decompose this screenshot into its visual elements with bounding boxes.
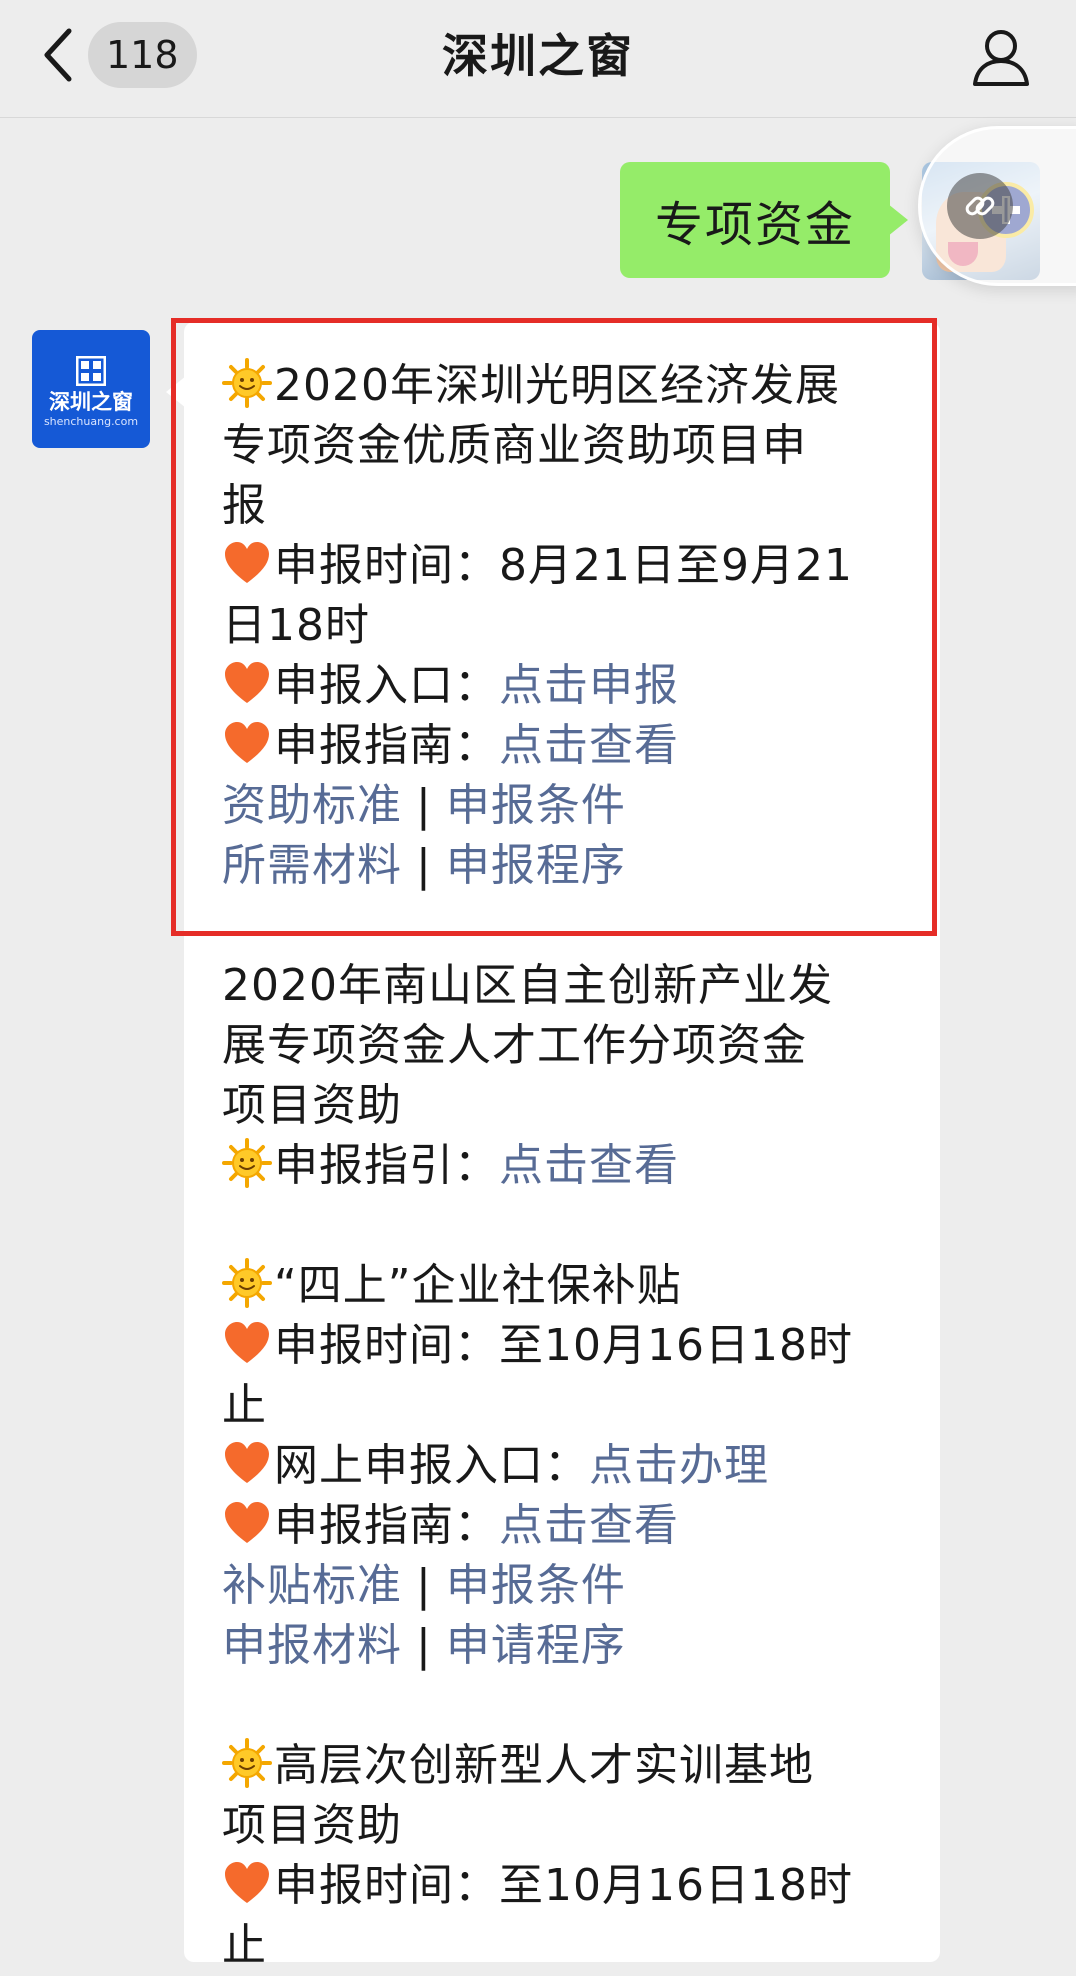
s3-links-row-1: 补贴标准 | 申报条件 xyxy=(222,1560,626,1611)
avatar-domain-text: shenchuang.com xyxy=(43,415,139,428)
s3-links-row-2: 申报材料 | 申请程序 xyxy=(222,1620,626,1671)
s4-title-line-1: 高层次创新型人才实训基地 xyxy=(222,1736,922,1796)
s1-link-materials[interactable]: 所需材料 xyxy=(222,840,402,891)
s1-link-procedure[interactable]: 申报程序 xyxy=(446,840,626,891)
s1-title-line-3: 报 xyxy=(222,480,267,531)
sun-emoji-icon xyxy=(222,1138,272,1188)
chat-profile-button[interactable] xyxy=(970,26,1032,88)
s2-title-line-1: 2020年南山区自主创新产业发 xyxy=(222,960,833,1011)
link-icon xyxy=(947,173,1013,239)
s3-title-line: “四上”企业社保补贴 xyxy=(222,1256,922,1316)
outgoing-message-bubble[interactable]: 专项资金 xyxy=(620,162,908,278)
person-icon xyxy=(973,30,1029,86)
heart-emoji-icon xyxy=(222,538,272,588)
s3-link-conditions[interactable]: 申报条件 xyxy=(446,1560,626,1611)
avatar-brand-text: 深圳之窗 xyxy=(49,390,133,414)
sun-emoji-icon xyxy=(222,358,272,408)
sun-emoji-icon xyxy=(222,1258,272,1308)
s3-link-procedure[interactable]: 申请程序 xyxy=(446,1620,626,1671)
s3-entry-line: 网上申报入口：点击办理 xyxy=(222,1436,922,1496)
s1-time-line: 申报时间：8月21日至9月21 xyxy=(222,536,922,596)
heart-emoji-icon xyxy=(222,1858,272,1908)
s1-links-row-2: 所需材料 | 申报程序 xyxy=(222,840,626,891)
message-body: 2020年深圳光明区经济发展 专项资金优质商业资助项目申 报 申报时间：8月21… xyxy=(222,356,922,1976)
heart-emoji-icon xyxy=(222,658,272,708)
s1-guide-link[interactable]: 点击查看 xyxy=(499,720,679,771)
s1-time-line-2: 日18时 xyxy=(222,600,370,651)
s2-guide-link[interactable]: 点击查看 xyxy=(499,1140,679,1191)
s1-link-conditions[interactable]: 申报条件 xyxy=(446,780,626,831)
navigation-bar: 118 深圳之窗 xyxy=(0,0,1076,118)
s1-apply-link[interactable]: 点击申报 xyxy=(499,660,679,711)
official-account-avatar[interactable]: 深圳之窗 shenchuang.com xyxy=(32,330,150,448)
heart-emoji-icon xyxy=(222,1438,272,1488)
s3-link-subsidy-standard[interactable]: 补贴标准 xyxy=(222,1560,402,1611)
s1-entry-line: 申报入口：点击申报 xyxy=(222,656,922,716)
s3-guide-link[interactable]: 点击查看 xyxy=(499,1500,679,1551)
s2-guide-line: 申报指引：点击查看 xyxy=(222,1136,922,1196)
s3-link-materials[interactable]: 申报材料 xyxy=(222,1620,402,1671)
s1-guide-line: 申报指南：点击查看 xyxy=(222,716,922,776)
s3-handle-link[interactable]: 点击办理 xyxy=(589,1440,769,1491)
heart-emoji-icon xyxy=(222,1498,272,1548)
s4-title-line-2: 项目资助 xyxy=(222,1800,402,1851)
heart-emoji-icon xyxy=(222,718,272,768)
s1-links-row-1: 资助标准 | 申报条件 xyxy=(222,780,626,831)
s4-time-line-2: 止 xyxy=(222,1920,267,1971)
s1-link-funding-standard[interactable]: 资助标准 xyxy=(222,780,402,831)
s1-title-line-2: 专项资金优质商业资助项目申 xyxy=(222,420,807,471)
s4-time-line: 申报时间：至10月16日18时 xyxy=(222,1856,922,1916)
s3-time-line: 申报时间：至10月16日18时 xyxy=(222,1316,922,1376)
heart-emoji-icon xyxy=(222,1318,272,1368)
s1-title-line-1: 2020年深圳光明区经济发展 xyxy=(222,356,922,416)
s3-guide-line: 申报指南：点击查看 xyxy=(222,1496,922,1556)
chat-title: 深圳之窗 xyxy=(442,29,634,83)
window-logo-icon xyxy=(76,356,106,386)
s3-time-line-2: 止 xyxy=(222,1380,267,1431)
s2-title-line-3: 项目资助 xyxy=(222,1080,402,1131)
floating-link-window[interactable] xyxy=(918,126,1076,286)
sun-emoji-icon xyxy=(222,1738,272,1788)
s2-title-line-2: 展专项资金人才工作分项资金 xyxy=(222,1020,807,1071)
